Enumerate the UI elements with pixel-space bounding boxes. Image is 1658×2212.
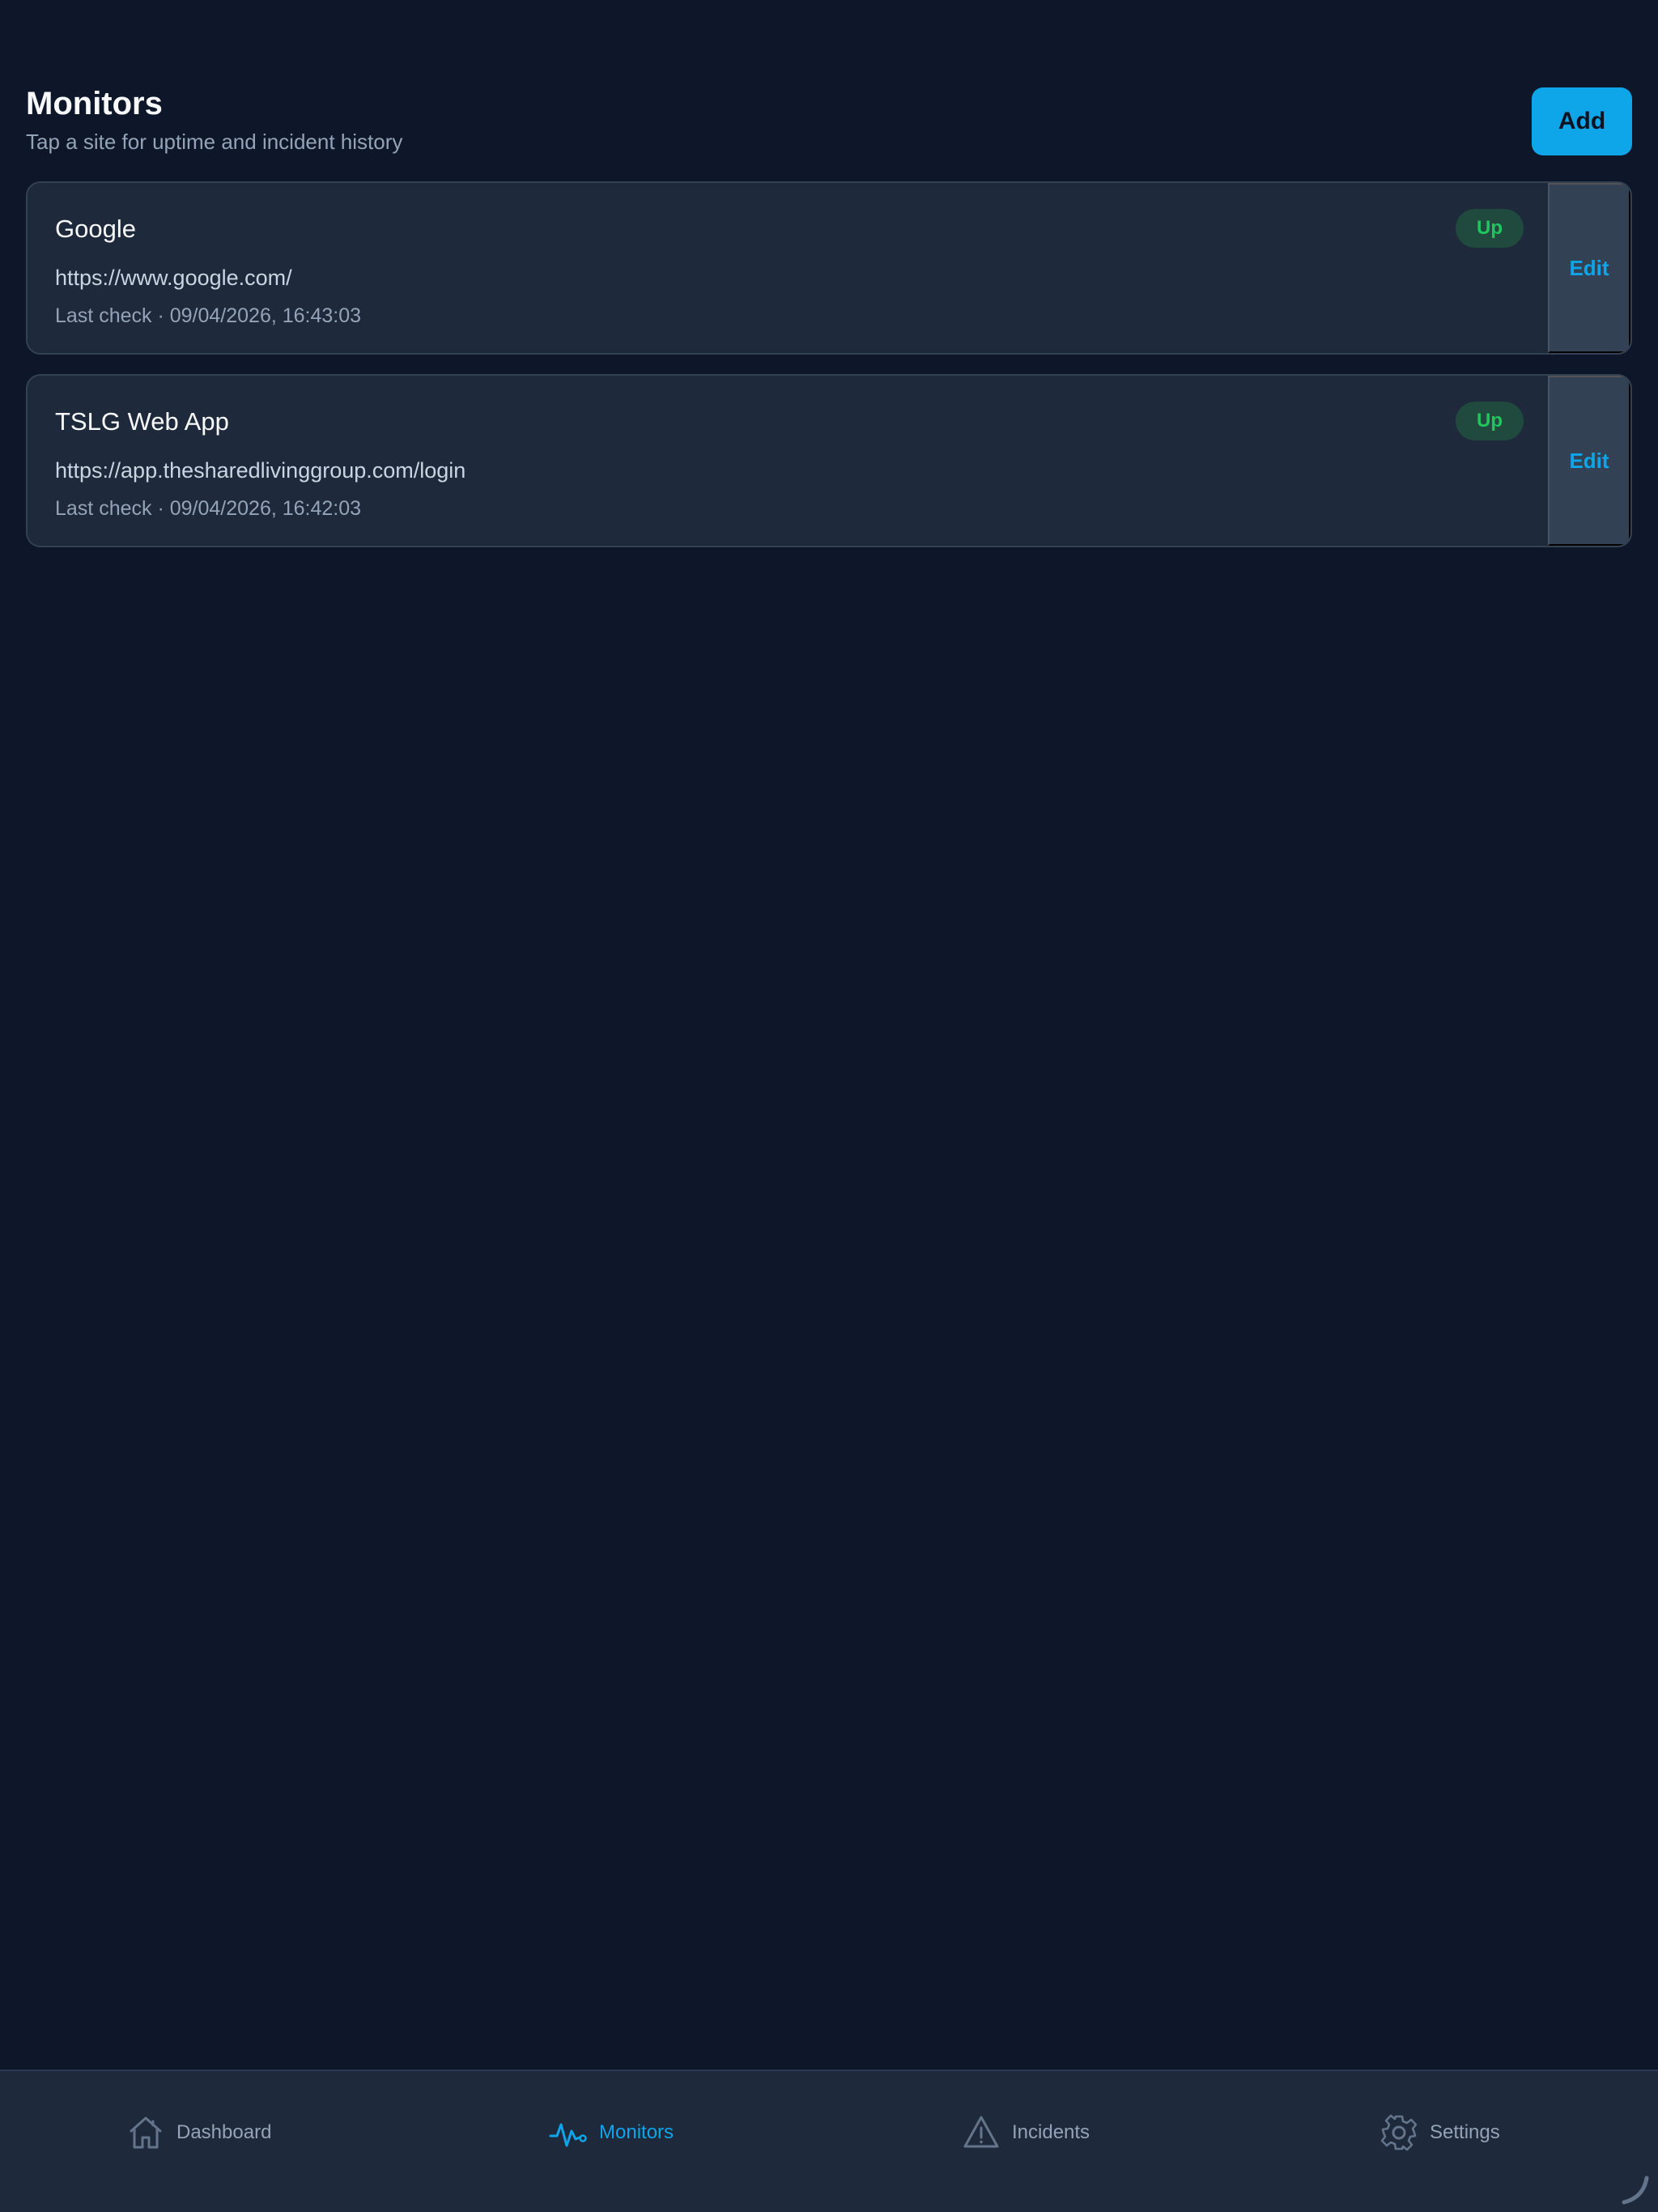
- monitor-card-tslg-web-app: TSLG Web App Up https://app.thesharedliv…: [26, 374, 1632, 547]
- monitor-card-body[interactable]: Google Up https://www.google.com/ Last c…: [28, 183, 1550, 353]
- edit-monitor-button[interactable]: Edit: [1548, 376, 1630, 546]
- monitor-card-body[interactable]: TSLG Web App Up https://app.thesharedliv…: [28, 376, 1550, 546]
- add-monitor-button[interactable]: Add: [1532, 87, 1632, 155]
- status-badge: Up: [1456, 402, 1524, 440]
- tab-label: Monitors: [599, 2121, 674, 2143]
- monitors-screen: Monitors Tap a site for uptime and incid…: [0, 0, 1658, 2212]
- page-subtitle: Tap a site for uptime and incident histo…: [26, 130, 403, 154]
- monitor-name: Google: [55, 215, 136, 243]
- monitor-url: https://app.thesharedlivinggroup.com/log…: [55, 458, 466, 483]
- status-badge: Up: [1456, 209, 1524, 248]
- monitor-last-check: Last check · 09/04/2026, 16:43:03: [55, 304, 362, 327]
- tab-dashboard[interactable]: Dashboard: [126, 2107, 271, 2159]
- monitor-url: https://www.google.com/: [55, 266, 292, 290]
- bottom-tab-bar: Dashboard Monitors Incidents Settings: [0, 2069, 1658, 2212]
- tab-incidents[interactable]: Incidents: [962, 2107, 1090, 2159]
- tab-settings[interactable]: Settings: [1380, 2107, 1500, 2159]
- house-icon: [130, 2116, 162, 2149]
- gear-icon: [1380, 2114, 1418, 2151]
- tab-label: Settings: [1430, 2121, 1500, 2143]
- tab-label: Dashboard: [176, 2121, 272, 2143]
- monitor-last-check: Last check · 09/04/2026, 16:42:03: [55, 497, 362, 520]
- edit-monitor-button[interactable]: Edit: [1548, 183, 1630, 353]
- tab-monitors[interactable]: Monitors: [549, 2107, 674, 2159]
- monitor-name: TSLG Web App: [55, 407, 229, 436]
- resize-corner-icon: [1622, 2176, 1649, 2205]
- page-title: Monitors: [26, 86, 163, 121]
- page-header: Monitors Tap a site for uptime and incid…: [26, 81, 1632, 159]
- monitor-card-google: Google Up https://www.google.com/ Last c…: [26, 181, 1632, 355]
- pulse-icon: [549, 2123, 587, 2147]
- warning-triangle-icon: [963, 2116, 999, 2148]
- tab-label: Incidents: [1012, 2121, 1090, 2143]
- monitor-list: Google Up https://www.google.com/ Last c…: [26, 181, 1632, 567]
